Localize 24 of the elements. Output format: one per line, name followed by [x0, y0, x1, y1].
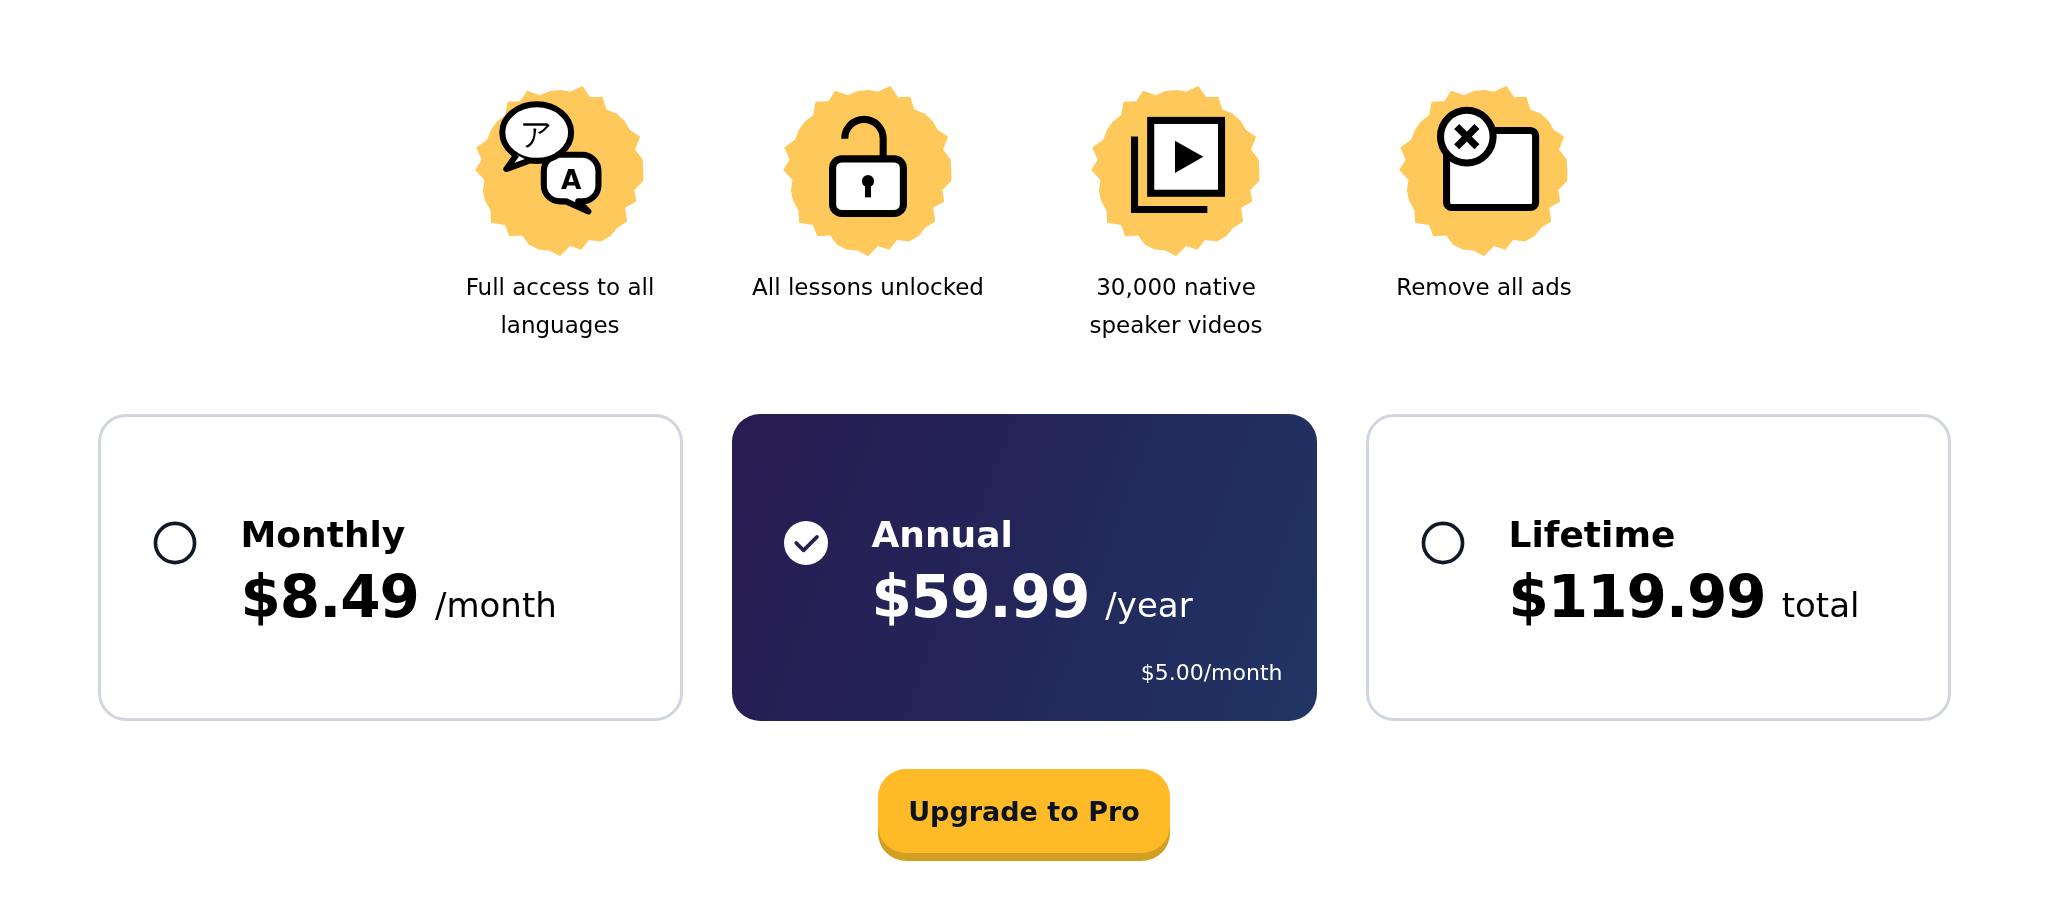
monthly-equivalent: $5.00/month	[1140, 660, 1283, 685]
plan-name: Monthly	[240, 512, 407, 557]
plan-price: $59.99	[871, 561, 1090, 633]
video-stack-icon	[1090, 84, 1262, 256]
plan-card[interactable]: Lifetime $119.99 total	[1365, 414, 1951, 721]
plan-card[interactable]: Annual $59.99 /year $5.00/month	[731, 414, 1317, 721]
plan-name: Annual	[871, 512, 1014, 557]
plan-name: Lifetime	[1508, 512, 1677, 557]
padlock-icon	[782, 84, 954, 256]
ad-block-icon	[1398, 84, 1570, 256]
plan-card[interactable]: Monthly $8.49 /month	[97, 414, 683, 721]
price-unit: /month	[434, 584, 557, 625]
price-unit: /year	[1105, 584, 1193, 625]
price-unit: total	[1781, 584, 1860, 625]
radio-button[interactable]	[152, 520, 197, 565]
plan-price: $119.99	[1508, 561, 1766, 633]
radio-button[interactable]	[1420, 520, 1465, 565]
speech-bubbles-icon: ア A	[474, 84, 646, 256]
feature-label: 30,000 native speaker videos	[1088, 273, 1264, 340]
feature-label: Full access to all languages	[464, 273, 656, 340]
plan-price: $8.49	[240, 561, 419, 633]
feature-label: All lessons unlocked	[751, 273, 985, 302]
feature-label: Remove all ads	[1395, 273, 1573, 302]
check-circle-icon[interactable]	[783, 520, 828, 565]
